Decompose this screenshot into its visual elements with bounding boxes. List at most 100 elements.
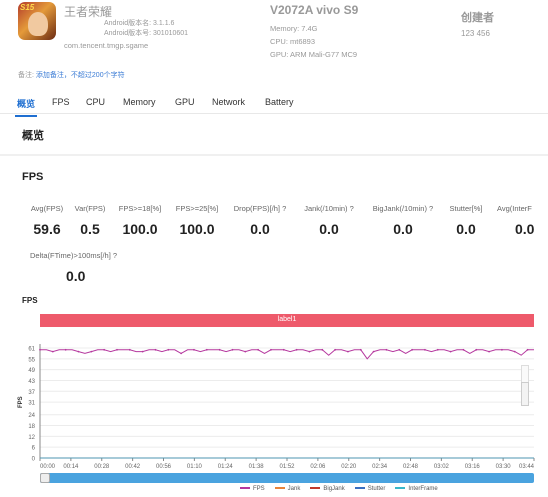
x-tick-label: 02:34 xyxy=(372,464,388,470)
y-tick-label: 18 xyxy=(28,424,35,430)
metric-label: Jank(/10min) ? xyxy=(304,204,354,213)
label-band: label1 xyxy=(40,314,534,327)
app-package: com.tencent.tmgp.sgame xyxy=(64,41,149,50)
app-version-label: Android版本名: 3.1.1.6 xyxy=(104,20,175,27)
metric-stutter: Stutter[%] 0.0 xyxy=(443,204,489,237)
fps-data-point xyxy=(411,348,414,351)
fps-data-point xyxy=(180,352,183,355)
tab-cpu[interactable]: CPU xyxy=(86,97,105,107)
fps-data-point xyxy=(475,348,478,351)
fps-data-point xyxy=(308,350,311,353)
metric-label: BigJank(/10min) ? xyxy=(372,204,434,213)
y-tick-label: 43 xyxy=(28,379,35,385)
metric-value: 0.0 xyxy=(250,221,270,237)
app-name: 王者荣耀 xyxy=(64,5,113,19)
fps-data-point xyxy=(244,350,247,353)
fps-data-point xyxy=(39,348,41,351)
tab-memory[interactable]: Memory xyxy=(123,97,156,107)
metric-value: 0.0 xyxy=(456,221,476,237)
label-band-text: label1 xyxy=(277,316,297,323)
fps-data-point xyxy=(218,348,221,351)
metric-avg-fps: Avg(FPS) 59.6 xyxy=(27,204,67,237)
fps-data-point xyxy=(488,350,490,353)
fps-data-point xyxy=(167,348,170,351)
fps-series-line xyxy=(40,349,534,360)
metric-value: 0.5 xyxy=(80,221,100,237)
fps-line-chart: 61 55 49 43 37 31 24 18 12 6 0 FPS 00:00 00:14 00:28 00… xyxy=(18,344,535,470)
legend-item-interframe[interactable]: InterFrame xyxy=(395,486,438,492)
y-tick-label: 37 xyxy=(28,390,35,396)
legend-swatch xyxy=(240,487,250,490)
fps-data-point xyxy=(193,348,195,351)
tab-battery[interactable]: Battery xyxy=(265,97,294,107)
fps-data-point xyxy=(154,348,157,351)
y-zoom-handle[interactable] xyxy=(521,382,529,406)
legend-label: Stutter xyxy=(367,486,386,492)
x-tick-label: 00:00 xyxy=(40,464,56,470)
fps-data-point xyxy=(321,348,324,351)
x-tick-label: 01:24 xyxy=(218,464,234,470)
metric-label: FPS>=25[%] xyxy=(175,204,219,213)
fps-data-point xyxy=(359,348,362,351)
fps-data-point xyxy=(334,348,337,351)
x-tick-label: 00:28 xyxy=(94,464,110,470)
fps-data-point xyxy=(103,348,106,351)
tab-fps[interactable]: FPS xyxy=(52,97,70,107)
x-tick-label: 02:06 xyxy=(310,464,326,470)
fps-data-point xyxy=(128,348,131,351)
metric-label: Stutter[%] xyxy=(449,204,483,213)
app-version-code: Android版本号: 301010601 xyxy=(104,30,189,37)
app-badge: S15 xyxy=(20,3,35,12)
tab-network[interactable]: Network xyxy=(212,97,245,107)
x-tick-label: 00:56 xyxy=(156,464,172,470)
fps-data-point xyxy=(205,348,208,351)
y-tick-label: 0 xyxy=(32,457,36,463)
legend-item-fps[interactable]: FPS xyxy=(240,486,265,492)
fps-data-point xyxy=(501,348,503,351)
legend-swatch xyxy=(310,487,321,490)
metric-value: 0.0 xyxy=(393,221,413,237)
x-tick-label: 01:52 xyxy=(279,464,295,470)
device-name: V2072A vivo S9 xyxy=(270,3,359,17)
x-tick-label: 01:38 xyxy=(249,464,265,470)
metric-delta-ftime: Delta(FTime)>100ms[/h] ? 0.0 xyxy=(30,251,122,284)
y-tick-label: 12 xyxy=(28,435,35,441)
legend-label: FPS xyxy=(253,486,265,492)
fps-data-point xyxy=(77,350,80,353)
add-note-link[interactable]: 添加备注，不超过200个字符 xyxy=(36,72,125,79)
x-tick-label: 02:48 xyxy=(403,464,419,470)
fps-data-point xyxy=(347,350,349,353)
legend-label: BigJank xyxy=(323,486,345,492)
legend-swatch xyxy=(395,487,406,490)
x-tick-label: 02:20 xyxy=(341,464,357,470)
fps-data-point xyxy=(462,348,465,351)
y-tick-label: 55 xyxy=(28,357,35,363)
fps-data-point xyxy=(513,350,516,353)
fps-data-point xyxy=(90,350,93,353)
legend-swatch xyxy=(274,487,285,490)
legend-label: Jank xyxy=(287,486,301,492)
x-tick-label: 03:02 xyxy=(434,464,450,470)
tab-overview[interactable]: 概览 xyxy=(14,97,38,117)
time-range-slider[interactable] xyxy=(40,473,534,483)
chart-legend: FPS Jank BigJank Stutter InterFrame xyxy=(240,486,448,492)
tab-gpu[interactable]: GPU xyxy=(175,97,195,107)
x-tick-label: 03:44 xyxy=(519,464,535,470)
metric-label: FPS>=18[%] xyxy=(118,204,162,213)
metric-value: 0.0 xyxy=(515,221,535,237)
fps-data-point xyxy=(116,348,118,351)
device-memory: Memory: 7.4G xyxy=(270,24,318,33)
chart-title: FPS xyxy=(22,296,38,305)
tab-bar: 概览 FPS CPU Memory GPU Network Battery xyxy=(0,90,548,117)
legend-item-bigjank[interactable]: BigJank xyxy=(310,486,345,492)
fps-data-point xyxy=(436,348,439,351)
metric-bigjank: BigJank(/10min) ? 0.0 xyxy=(368,204,438,237)
metric-value: 100.0 xyxy=(179,221,215,237)
metric-value: 0.0 xyxy=(66,268,86,284)
legend-item-stutter[interactable]: Stutter xyxy=(354,486,386,492)
legend-item-jank[interactable]: Jank xyxy=(274,486,301,492)
fps-data-point xyxy=(231,348,234,351)
metric-fps-25: FPS>=25[%] 100.0 xyxy=(173,204,221,237)
device-specs: Memory: 7.4G CPU: mt6893 GPU: ARM Mali-G… xyxy=(270,22,357,61)
time-range-handle[interactable] xyxy=(40,473,50,483)
